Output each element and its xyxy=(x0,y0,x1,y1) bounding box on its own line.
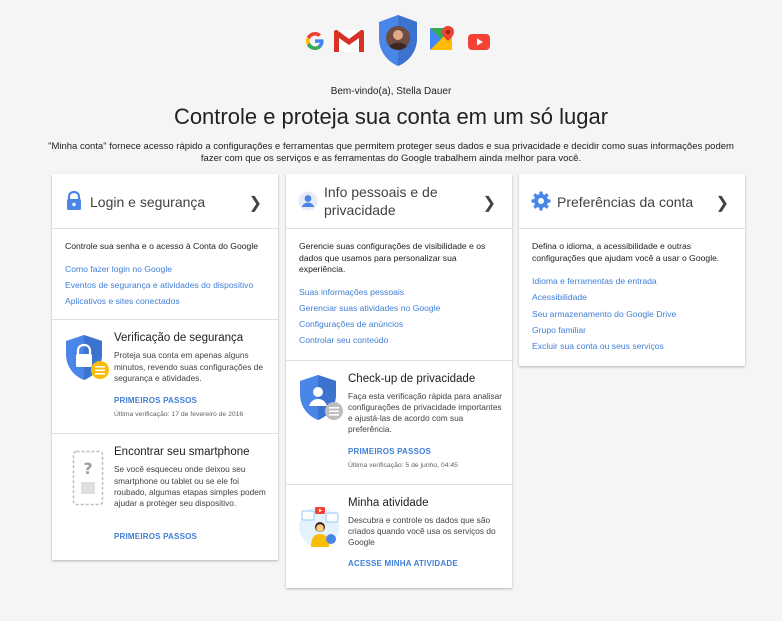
find-phone-text: Se você esqueceu onde deixou seu smartph… xyxy=(114,464,266,508)
personal-privacy-description: Gerencie suas configurações de visibilid… xyxy=(299,241,486,274)
maps-icon[interactable] xyxy=(430,26,456,52)
personal-privacy-card: Info pessoais e de privacidade ❯ Gerenci… xyxy=(286,174,512,588)
intro-text: "Minha conta" fornece acesso rápido a co… xyxy=(48,141,734,164)
find-phone-promo: ? Encontrar seu smartphone Se você esque… xyxy=(52,433,278,561)
link-how-to-login[interactable]: Como fazer login no Google xyxy=(65,261,265,277)
privacy-checkup-shield-icon xyxy=(300,374,343,420)
column-personal-privacy: Info pessoais e de privacidade ❯ Gerenci… xyxy=(286,174,512,588)
welcome-text: Bem-vindo(a), Stella Dauer xyxy=(330,86,452,97)
account-preferences-title: Preferências da conta xyxy=(557,194,694,210)
link-accessibility[interactable]: Acessibilidade xyxy=(532,289,732,305)
my-activity-text: Descubra e controle os dados que são cri… xyxy=(348,514,496,548)
svg-text:?: ? xyxy=(83,459,92,478)
personal-privacy-title-line1: Info pessoais e de xyxy=(324,184,438,200)
find-phone-title: Encontrar seu smartphone xyxy=(114,446,250,459)
link-manage-activity[interactable]: Gerenciar suas atividades no Google xyxy=(299,300,499,316)
my-activity-promo: Minha atividade Descubra e controle os d… xyxy=(286,483,512,588)
product-icons-bar xyxy=(0,14,782,70)
link-drive-storage[interactable]: Seu armazenamento do Google Drive xyxy=(532,306,732,322)
security-checkup-shield-icon xyxy=(66,335,109,381)
link-language-input[interactable]: Idioma e ferramentas de entrada xyxy=(532,273,732,289)
phone-question-icon: ? xyxy=(72,451,104,506)
person-icon xyxy=(298,191,318,211)
link-personal-info[interactable]: Suas informações pessoais xyxy=(299,284,499,300)
login-security-title: Login e segurança xyxy=(90,194,206,210)
my-activity-open-button[interactable]: ACESSE MINHA ATIVIDADE xyxy=(348,559,458,568)
personal-privacy-title-line2: privacidade xyxy=(324,202,396,218)
personal-privacy-title: Info pessoais e de privacidade xyxy=(324,183,438,219)
account-preferences-header[interactable]: Preferências da conta ❯ xyxy=(519,174,745,229)
account-preferences-card: Preferências da conta ❯ Defina o idioma,… xyxy=(519,174,745,367)
link-control-content[interactable]: Controlar seu conteúdo xyxy=(299,332,499,348)
column-login-security: Login e segurança ❯ Controle sua senha e… xyxy=(52,174,278,561)
chevron-right-icon[interactable]: ❯ xyxy=(249,193,262,213)
login-security-header[interactable]: Login e segurança ❯ xyxy=(52,174,278,229)
privacy-checkup-title: Check-up de privacidade xyxy=(348,372,476,385)
security-checkup-start-button[interactable]: PRIMEIROS PASSOS xyxy=(114,396,197,405)
chevron-right-icon[interactable]: ❯ xyxy=(483,193,496,213)
account-preferences-description: Defina o idioma, a acessibilidade e outr… xyxy=(532,241,720,263)
security-checkup-last-check: Última verificação: 17 de fevereiro de 2… xyxy=(114,411,244,419)
account-shield-avatar-icon[interactable] xyxy=(377,14,419,68)
privacy-checkup-start-button[interactable]: PRIMEIROS PASSOS xyxy=(348,447,431,456)
privacy-checkup-promo: Check-up de privacidade Faça esta verifi… xyxy=(286,359,512,484)
chevron-right-icon[interactable]: ❯ xyxy=(716,193,729,213)
link-connected-apps[interactable]: Aplicativos e sites conectados xyxy=(65,293,265,309)
youtube-icon[interactable] xyxy=(468,34,490,50)
my-activity-title: Minha atividade xyxy=(348,496,429,509)
login-security-card: Login e segurança ❯ Controle sua senha e… xyxy=(52,174,278,561)
privacy-checkup-text: Faça esta verificação rápida para analis… xyxy=(348,390,503,435)
personal-privacy-header[interactable]: Info pessoais e de privacidade ❯ xyxy=(286,174,512,229)
lock-icon xyxy=(67,191,81,210)
security-checkup-title: Verificação de segurança xyxy=(114,332,244,345)
gear-icon xyxy=(531,191,551,211)
gmail-icon[interactable] xyxy=(334,30,364,52)
privacy-checkup-last-check: Última verificação: 5 de junho, 04:45 xyxy=(348,461,458,469)
my-activity-illustration-icon xyxy=(299,506,339,547)
security-checkup-text: Proteja sua conta em apenas alguns minut… xyxy=(114,350,263,383)
login-security-description: Controle sua senha e o acesso à Conta do… xyxy=(65,241,259,251)
page-title: Controle e proteja sua conta em um só lu… xyxy=(173,104,609,129)
security-checkup-promo: Verificação de segurança Proteja sua con… xyxy=(52,319,278,434)
link-delete-account[interactable]: Excluir sua conta ou seus serviços xyxy=(532,338,732,354)
google-g-icon[interactable] xyxy=(306,32,324,50)
link-security-events[interactable]: Eventos de segurança e atividades do dis… xyxy=(65,277,265,293)
column-account-preferences: Preferências da conta ❯ Defina o idioma,… xyxy=(519,174,745,367)
find-phone-start-button[interactable]: PRIMEIROS PASSOS xyxy=(114,532,197,541)
link-family-group[interactable]: Grupo familiar xyxy=(532,322,732,338)
link-ad-settings[interactable]: Configurações de anúncios xyxy=(299,316,499,332)
